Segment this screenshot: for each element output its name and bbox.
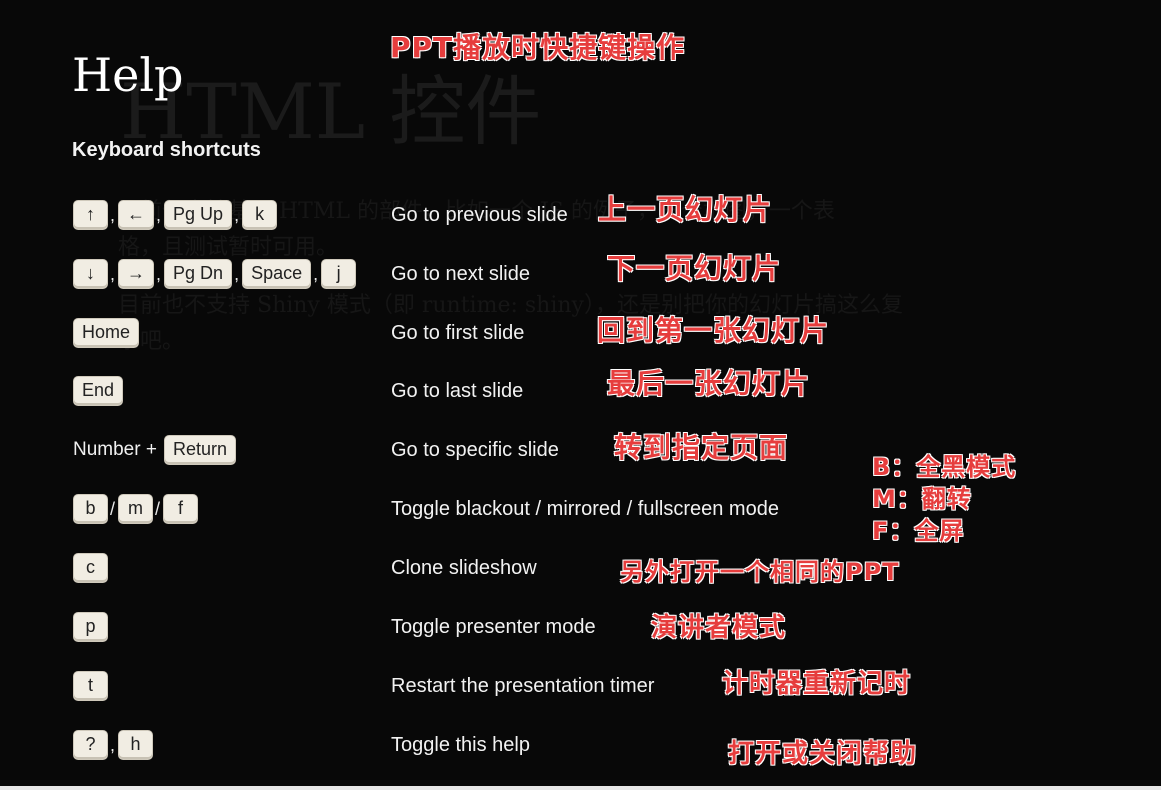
keycap: Pg Dn	[164, 259, 233, 289]
keycap: m	[118, 494, 154, 524]
keycap: End	[73, 376, 124, 406]
key-separator: ,	[110, 734, 116, 755]
shortcut-keys: b / m / f	[73, 492, 199, 526]
shortcut-row: t Restart the presentation timer	[0, 669, 1161, 703]
shortcut-row: ?, h Toggle this help	[0, 728, 1161, 762]
shortcut-description: Go to previous slide	[391, 204, 568, 226]
shortcut-keys: Number + Return	[73, 433, 236, 467]
keycap: h	[118, 730, 154, 760]
shortcut-description: Go to specific slide	[391, 439, 559, 461]
keycap: k	[242, 200, 278, 230]
annotation-header: PPT播放时快捷键操作	[390, 31, 686, 64]
annotation-text: 最后一张幻灯片	[607, 367, 811, 400]
shortcut-row: ↑, ←, Pg Up, k Go to previous slide	[0, 198, 1161, 232]
shortcut-row: Home Go to first slide	[0, 316, 1161, 350]
shortcut-row: p Toggle presenter mode	[0, 610, 1161, 644]
shortcut-keys: ↓, →, Pg Dn, Space, j	[73, 257, 357, 291]
shortcut-keys: ↑, ←, Pg Up, k	[73, 198, 278, 232]
shortcut-description: Go to next slide	[391, 263, 530, 285]
annotation-text: 上一页幻灯片	[598, 193, 773, 226]
shortcut-description: Toggle blackout / mirrored / fullscreen …	[391, 498, 779, 520]
keycap: b	[73, 494, 108, 524]
keycap: t	[73, 671, 108, 701]
keycap: ?	[73, 730, 108, 760]
key-separator: ,	[110, 204, 116, 225]
shortcut-row: b / m / f Toggle blackout / mirrored / fullsc…	[0, 492, 1161, 526]
keycap: ←	[118, 200, 155, 230]
annotation-text: 回到第一张幻灯片	[597, 314, 830, 347]
annotation-text: B：全黑模式	[872, 453, 1017, 481]
shortcut-description: Toggle presenter mode	[391, 616, 596, 638]
key-separator: ,	[156, 263, 162, 284]
annotation-text: 转到指定页面	[614, 431, 789, 464]
annotation-text: 打开或关闭帮助	[728, 739, 918, 769]
shortcut-description: Go to last slide	[391, 380, 524, 402]
keycap: f	[163, 494, 199, 524]
annotation-text: 另外打开一个相同的PPT	[620, 558, 900, 586]
shortcut-row: c Clone slideshow	[0, 551, 1161, 585]
key-separator: ,	[313, 263, 319, 284]
keycap: j	[321, 259, 357, 289]
keycap: Space	[242, 259, 312, 289]
shortcut-keys: ?, h	[73, 728, 154, 762]
annotation-text: F：全屏	[872, 517, 965, 545]
keycap: p	[73, 612, 108, 642]
annotation-text: 计时器重新记时	[722, 669, 912, 699]
bottom-divider	[0, 786, 1161, 790]
annotation-text: M：翻转	[872, 485, 972, 513]
keycap: Home	[73, 318, 140, 348]
shortcut-description: Go to first slide	[391, 322, 525, 344]
keycap: Return	[163, 435, 236, 465]
key-prefix: Number +	[73, 439, 157, 460]
key-separator: /	[110, 498, 116, 519]
shortcut-description: Toggle this help	[391, 734, 530, 756]
keycap: ↓	[73, 259, 108, 289]
shortcut-row: ↓, →, Pg Dn, Space, j Go to next slide	[0, 257, 1161, 291]
keycap: ↑	[73, 200, 108, 230]
key-separator: ,	[234, 204, 240, 225]
key-separator: ,	[156, 204, 162, 225]
help-subtitle: Keyboard shortcuts	[72, 139, 261, 161]
shortcut-keys: p	[73, 610, 108, 644]
shortcut-keys: c	[73, 551, 108, 585]
shortcut-description: Clone slideshow	[391, 557, 537, 579]
shortcut-keys: t	[73, 669, 108, 703]
help-title: Help	[72, 48, 184, 102]
shortcut-keys: Home	[73, 316, 140, 350]
slide-stage: HTML 控件 目前仅支持基于 HTML 的部件，比如一个 JS 的例子，一个地…	[0, 0, 1161, 786]
shortcut-description: Restart the presentation timer	[391, 675, 655, 697]
shortcut-keys: End	[73, 374, 124, 408]
annotation-text: 下一页幻灯片	[607, 252, 782, 285]
annotation-text: 演讲者模式	[651, 613, 787, 643]
key-separator: /	[155, 498, 161, 519]
shortcut-row: End Go to last slide	[0, 374, 1161, 408]
keycap: c	[73, 553, 108, 583]
key-separator: ,	[110, 263, 116, 284]
keycap: →	[118, 259, 155, 289]
key-separator: ,	[234, 263, 240, 284]
keycap: Pg Up	[164, 200, 233, 230]
